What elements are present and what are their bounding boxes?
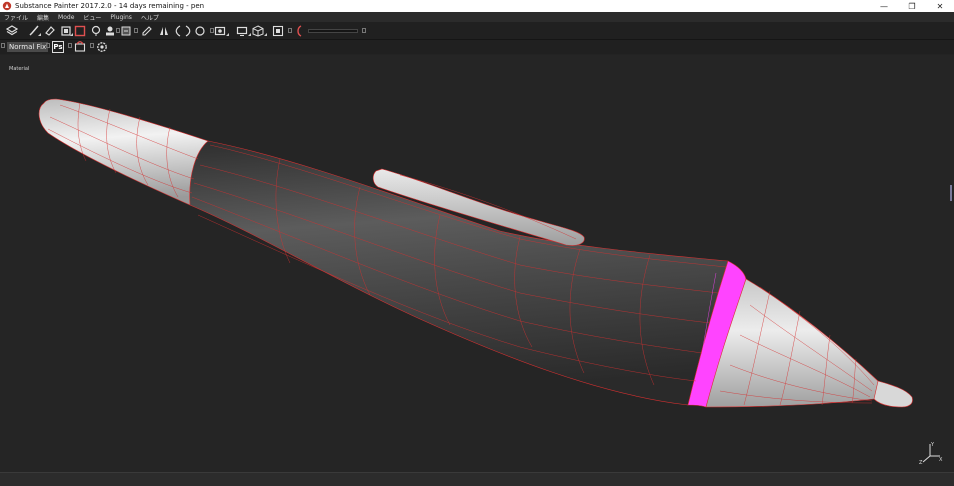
menu-mode[interactable]: Mode xyxy=(58,14,74,21)
axis-z-label: Z xyxy=(919,460,923,466)
material-picker-icon[interactable] xyxy=(120,25,132,37)
secondary-toolbar: Normal Fix Ps xyxy=(0,40,954,54)
lighting-icon[interactable] xyxy=(294,25,306,37)
maximize-button[interactable]: ❐ xyxy=(898,0,926,12)
eraser-icon[interactable] xyxy=(44,25,56,37)
display-mode-icon[interactable] xyxy=(236,25,248,37)
symmetry-icon[interactable] xyxy=(158,25,170,37)
toolbar-separator-icon xyxy=(46,43,50,48)
pen-nib xyxy=(873,380,913,408)
toolbar-separator-icon xyxy=(68,43,72,48)
color-picker-icon[interactable] xyxy=(140,25,152,37)
smudge-icon[interactable] xyxy=(90,25,102,37)
clone-stamp-icon[interactable] xyxy=(104,25,116,37)
close-button[interactable]: ✕ xyxy=(926,0,954,12)
menu-edit[interactable]: 編集 xyxy=(37,13,49,22)
settings-gear-icon[interactable] xyxy=(96,41,108,53)
viewport-scrollbar[interactable] xyxy=(950,185,952,201)
cube-options-icon[interactable] xyxy=(264,33,267,36)
toolbar-separator-icon xyxy=(90,43,94,48)
menu-file[interactable]: ファイル xyxy=(4,13,28,22)
display-options-icon[interactable] xyxy=(248,33,251,36)
render-icon[interactable] xyxy=(272,25,284,37)
toolbar-separator-icon xyxy=(288,28,292,33)
minimize-button[interactable]: — xyxy=(870,0,898,12)
bracket-right-icon[interactable] xyxy=(182,25,194,37)
3d-viewport[interactable]: Material Y X Z xyxy=(0,55,954,472)
axis-y-label: Y xyxy=(930,442,935,448)
title-bar: Substance Painter 2017.2.0 - 14 days rem… xyxy=(0,0,954,12)
window-title: Substance Painter 2017.2.0 - 14 days rem… xyxy=(15,2,205,10)
cube-icon[interactable] xyxy=(252,25,264,37)
bake-icon[interactable] xyxy=(74,41,86,53)
pen-model xyxy=(38,98,913,408)
photoshop-export-button[interactable]: Ps xyxy=(52,41,64,53)
circle-brush-icon[interactable] xyxy=(194,25,206,37)
polygon-fill-icon[interactable] xyxy=(74,25,86,37)
camera-view-icon[interactable] xyxy=(214,25,226,37)
brush-options-icon[interactable] xyxy=(38,33,41,36)
toolbar-separator-icon xyxy=(1,43,5,48)
toolbar-separator-icon xyxy=(362,28,366,33)
tool-toolbar xyxy=(0,22,954,40)
menu-help[interactable]: ヘルプ xyxy=(141,13,159,22)
projection-options-icon[interactable] xyxy=(70,33,73,36)
axis-gizmo-icon: Y X Z xyxy=(919,442,943,466)
menu-view[interactable]: ビュー xyxy=(83,13,101,22)
pen-body xyxy=(189,140,729,406)
pen-back-cap xyxy=(38,98,209,206)
opacity-slider[interactable] xyxy=(308,29,358,33)
camera-options-icon[interactable] xyxy=(226,33,229,36)
menu-plugins[interactable]: Plugins xyxy=(110,14,132,21)
menu-bar: ファイル 編集 Mode ビュー Plugins ヘルプ xyxy=(0,12,954,22)
window-controls: — ❐ ✕ xyxy=(870,0,954,12)
normal-fix-button[interactable]: Normal Fix xyxy=(7,42,49,52)
layers-icon[interactable] xyxy=(6,25,18,37)
axis-x-label: X xyxy=(939,457,943,463)
bottom-panel-bar xyxy=(0,472,954,486)
toolbar-separator-icon xyxy=(134,28,138,33)
substance-logo-icon xyxy=(2,1,12,11)
